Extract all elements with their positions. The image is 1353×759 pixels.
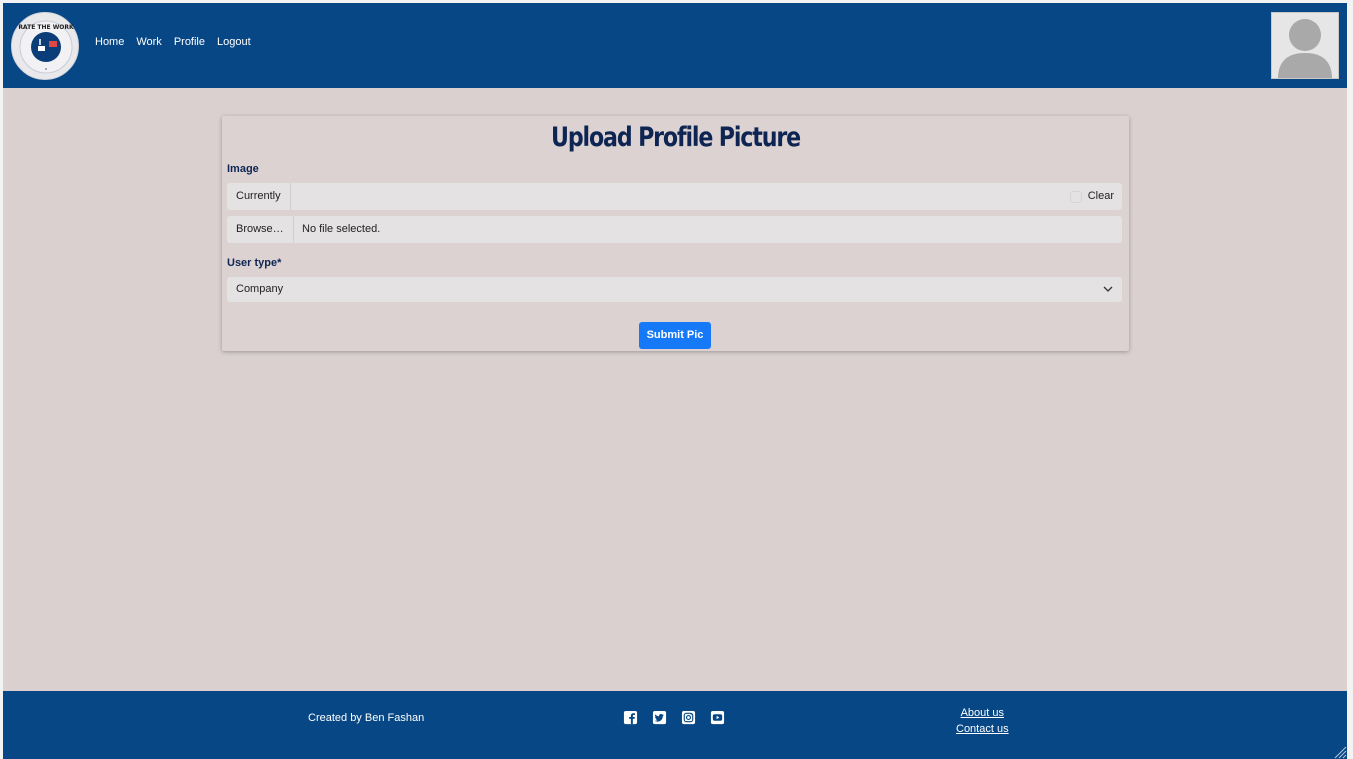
- clear-checkbox[interactable]: [1069, 190, 1082, 203]
- nav-work-link[interactable]: Work: [136, 36, 161, 48]
- footer-links: About us Contact us: [956, 705, 1009, 737]
- clear-image-control[interactable]: Clear: [1069, 183, 1114, 210]
- logo-emblem-icon: RATE THE WORK: [18, 20, 74, 74]
- contact-us-link[interactable]: Contact us: [956, 721, 1009, 737]
- browse-button[interactable]: Browse…: [227, 216, 294, 243]
- current-image-row: Currently Clear: [227, 183, 1122, 210]
- submit-pic-button[interactable]: Submit Pic: [639, 322, 711, 349]
- facebook-icon[interactable]: [623, 710, 638, 725]
- social-links: [623, 710, 725, 725]
- currently-label: Currently: [227, 183, 291, 210]
- footer: Created by Ben Fashan About us Contact u…: [3, 691, 1347, 759]
- top-navbar: RATE THE WORK Home Work Profile Logout: [3, 3, 1347, 88]
- svg-text:RATE THE WORK: RATE THE WORK: [18, 24, 74, 31]
- youtube-icon[interactable]: [710, 710, 725, 725]
- user-type-select[interactable]: Company: [227, 277, 1122, 302]
- file-input[interactable]: Browse… No file selected.: [227, 216, 1122, 243]
- main-nav: Home Work Profile Logout: [95, 36, 263, 48]
- user-type-value: Company: [236, 283, 284, 295]
- clear-label: Clear: [1087, 190, 1114, 202]
- site-logo[interactable]: RATE THE WORK: [11, 12, 79, 80]
- page-title: Upload Profile Picture: [551, 122, 801, 153]
- resize-grip-icon[interactable]: [1333, 745, 1347, 759]
- user-type-label: User type*: [227, 257, 282, 269]
- default-avatar-icon: [1278, 19, 1332, 78]
- image-field-label: Image: [227, 163, 259, 175]
- nav-home-link[interactable]: Home: [95, 36, 124, 48]
- about-us-link[interactable]: About us: [956, 705, 1009, 721]
- file-status-text: No file selected.: [302, 223, 381, 235]
- page: RATE THE WORK Home Work Profile Logout U…: [3, 3, 1347, 759]
- footer-credit: Created by Ben Fashan: [308, 712, 425, 724]
- chevron-down-icon: [1103, 286, 1113, 292]
- user-avatar[interactable]: [1271, 12, 1339, 79]
- nav-profile-link[interactable]: Profile: [174, 36, 205, 48]
- upload-form-card: Upload Profile Picture Image Currently C…: [222, 116, 1129, 351]
- instagram-icon[interactable]: [681, 710, 696, 725]
- twitter-icon[interactable]: [652, 710, 667, 725]
- nav-logout-link[interactable]: Logout: [217, 36, 251, 48]
